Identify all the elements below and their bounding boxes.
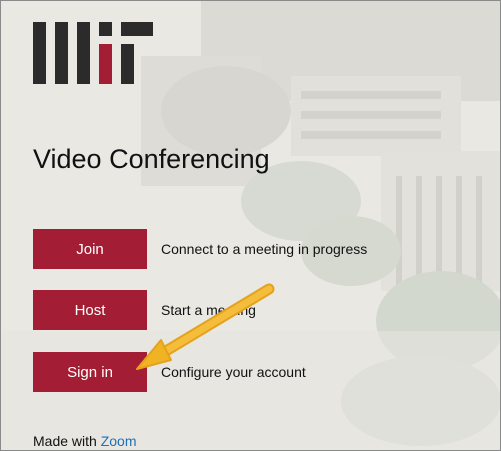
footer: Made with Zoom xyxy=(33,433,137,449)
host-description: Start a meeting xyxy=(161,302,256,318)
mit-zoom-landing-page: Video Conferencing Join Connect to a mee… xyxy=(0,0,501,451)
join-button[interactable]: Join xyxy=(33,229,147,269)
sign-in-description: Configure your account xyxy=(161,364,306,380)
join-row: Join Connect to a meeting in progress xyxy=(33,229,367,269)
join-description: Connect to a meeting in progress xyxy=(161,241,368,257)
zoom-link[interactable]: Zoom xyxy=(101,433,137,449)
footer-prefix: Made with xyxy=(33,433,97,449)
host-button[interactable]: Host xyxy=(33,290,147,330)
mit-logo xyxy=(33,22,153,84)
sign-in-button[interactable]: Sign in xyxy=(33,352,147,392)
sign-in-row: Sign in Configure your account xyxy=(33,352,306,392)
host-row: Host Start a meeting xyxy=(33,290,256,330)
page-title: Video Conferencing xyxy=(33,144,270,174)
